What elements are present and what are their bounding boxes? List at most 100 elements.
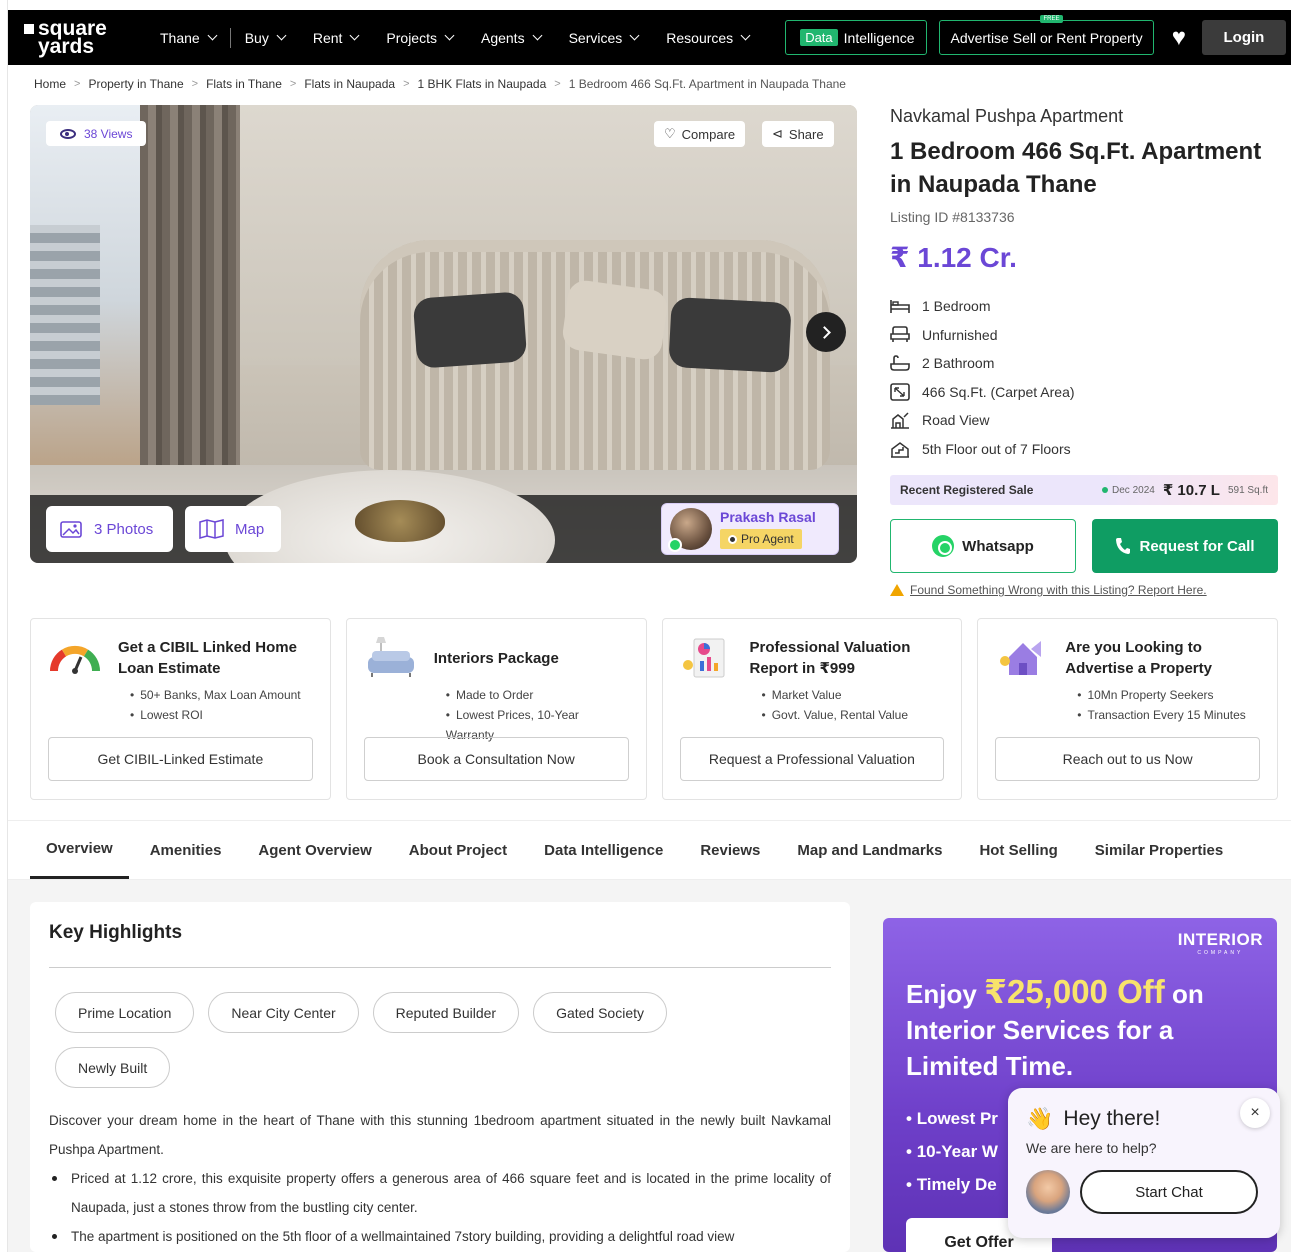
breadcrumb-link[interactable]: 1 BHK Flats in Naupada (418, 77, 547, 91)
photos-label: 3 Photos (94, 520, 154, 538)
tab-agent-overview[interactable]: Agent Overview (242, 821, 387, 879)
photo-pillow (560, 278, 670, 362)
nav-buy[interactable]: Buy (231, 28, 299, 48)
heart-icon[interactable]: ♥ (1172, 25, 1186, 50)
tab-data-intelligence[interactable]: Data Intelligence (528, 821, 679, 879)
chat-subtitle: We are here to help? (1026, 1140, 1157, 1156)
chat-widget: × 👋 Hey there! We are here to help? Star… (1008, 1088, 1280, 1238)
nav-agents[interactable]: Agents (467, 28, 555, 48)
breadcrumb-link[interactable]: Property in Thane (88, 77, 183, 91)
breadcrumb-separator-icon: > (554, 78, 561, 90)
logo-text-2: yards (38, 34, 95, 58)
tab-similar-properties[interactable]: Similar Properties (1079, 821, 1239, 879)
nav-label: Projects (386, 29, 437, 46)
contact-actions: Whatsapp Request for Call (890, 519, 1280, 573)
free-badge: FREE (1040, 15, 1063, 23)
whatsapp-label: Whatsapp (962, 537, 1034, 555)
reach-out-button[interactable]: Reach out to us Now (995, 737, 1260, 781)
whatsapp-button[interactable]: Whatsapp (890, 519, 1076, 573)
agent-avatar (668, 508, 712, 552)
tab-hot-selling[interactable]: Hot Selling (963, 821, 1073, 879)
photo-building (30, 225, 100, 405)
property-title: 1 Bedroom 466 Sq.Ft. Apartment in Naupad… (890, 138, 1262, 198)
chevron-down-icon (740, 30, 751, 41)
promo-benefit: 10-Year W (916, 1142, 998, 1161)
recent-registered-sale-bar[interactable]: Recent Registered Sale Dec 2024 ₹ 10.7 L… (890, 475, 1278, 505)
login-button[interactable]: Login (1201, 20, 1286, 55)
nav-services[interactable]: Services (555, 28, 653, 48)
section-tabs-bar: Overview Amenities Agent Overview About … (8, 820, 1291, 880)
promo-head-pre: Enjoy (906, 979, 985, 1009)
feature-label: Unfurnished (922, 326, 998, 343)
photo-gallery[interactable]: 38 Views ♡ Compare ⊲ Share 3 Photos Map … (30, 105, 857, 563)
book-consultation-button[interactable]: Book a Consultation Now (363, 737, 629, 781)
tab-reviews[interactable]: Reviews (684, 821, 776, 879)
feature-area: 466 Sq.Ft. (Carpet Area) (890, 378, 1280, 407)
photos-button[interactable]: 3 Photos (46, 506, 173, 552)
breadcrumb-link[interactable]: Flats in Thane (206, 77, 282, 91)
promo-benefit: Lowest Pr (916, 1109, 998, 1128)
views-count: 38 Views (84, 126, 133, 141)
start-chat-button[interactable]: Start Chat (1080, 1170, 1258, 1214)
site-logo[interactable]: square yards (24, 18, 124, 58)
map-button[interactable]: Map (185, 506, 281, 552)
tab-overview[interactable]: Overview (30, 821, 129, 879)
nav-label: Rent (312, 29, 343, 46)
tab-about-project[interactable]: About Project (393, 821, 523, 879)
cibil-estimate-button[interactable]: Get CIBIL-Linked Estimate (48, 737, 313, 781)
data-intelligence-label: Intelligence (843, 29, 915, 46)
chevron-right-icon (818, 325, 831, 339)
views-chip: 38 Views (46, 121, 147, 146)
feature-label: 466 Sq.Ft. (Carpet Area) (922, 383, 1075, 400)
next-photo-button[interactable] (806, 312, 846, 352)
chevron-down-icon (444, 30, 455, 41)
data-intelligence-button[interactable]: Data Intelligence (785, 20, 928, 55)
breadcrumb-link[interactable]: Home (34, 77, 66, 91)
promo-headline: Enjoy ₹25,000 Off on Interior Services f… (906, 974, 1246, 1084)
nav-resources[interactable]: Resources (652, 28, 763, 48)
share-label: Share (788, 126, 824, 142)
highlight-pill: Gated Society (533, 992, 667, 1033)
compare-button[interactable]: ♡ Compare (654, 121, 746, 147)
photos-icon (60, 521, 82, 538)
project-name[interactable]: Navkamal Pushpa Apartment (890, 106, 1280, 127)
report-listing-link[interactable]: Found Something Wrong with this Listing?… (890, 583, 1280, 597)
agent-name: Prakash Rasal (720, 509, 816, 525)
feature-furnishing: Unfurnished (890, 321, 1280, 350)
page: square yards Thane Buy Rent Projects Age… (0, 0, 1291, 1252)
card-bullet: Transaction Every 15 Minutes (1077, 705, 1260, 725)
bed-icon (890, 300, 910, 314)
nav-label: Thane (160, 29, 200, 46)
service-cards: Get a CIBIL Linked Home Loan Estimate 50… (30, 618, 1278, 800)
eye-icon (60, 128, 76, 139)
card-title: Interiors Package (433, 649, 559, 667)
breadcrumb-separator-icon: > (191, 78, 199, 90)
property-info: Navkamal Pushpa Apartment 1 Bedroom 466 … (890, 106, 1280, 597)
nav-label: Agents (480, 29, 525, 46)
area-icon (890, 382, 910, 401)
advertise-property-button[interactable]: FREE Advertise Sell or Rent Property (939, 15, 1154, 55)
request-valuation-button[interactable]: Request a Professional Valuation (679, 737, 945, 781)
card-bullet: Made to Order (446, 685, 629, 705)
breadcrumb-link[interactable]: Flats in Naupada (304, 77, 395, 91)
nav-city-thane[interactable]: Thane (146, 27, 231, 48)
share-button[interactable]: ⊲ Share (762, 121, 834, 147)
floor-icon (891, 441, 909, 458)
close-icon[interactable]: × (1240, 1098, 1270, 1128)
breadcrumb: Home > Property in Thane > Flats in Thane >… (34, 77, 846, 91)
card-title: Get a CIBIL Linked Home Loan Estimate (118, 639, 297, 677)
tab-amenities[interactable]: Amenities (134, 821, 238, 879)
nav-rent[interactable]: Rent (299, 28, 373, 48)
card-bullet: Govt. Value, Rental Value (762, 705, 945, 725)
report-label: Found Something Wrong with this Listing?… (910, 583, 1207, 597)
card-advertise: Are you Looking to Advertise a Property … (977, 618, 1278, 800)
agent-card[interactable]: Prakash Rasal Pro Agent (661, 503, 839, 555)
feature-label: Road View (922, 412, 990, 429)
nav-projects[interactable]: Projects (372, 28, 467, 48)
highlight-pill: Near City Center (208, 992, 359, 1033)
tab-map-landmarks[interactable]: Map and Landmarks (781, 821, 958, 879)
request-call-button[interactable]: Request for Call (1092, 519, 1278, 573)
breadcrumb-separator-icon: > (289, 78, 297, 90)
recent-sale-date-wrap: Dec 2024 (1102, 485, 1155, 496)
card-bullet: 10Mn Property Seekers (1077, 685, 1260, 705)
